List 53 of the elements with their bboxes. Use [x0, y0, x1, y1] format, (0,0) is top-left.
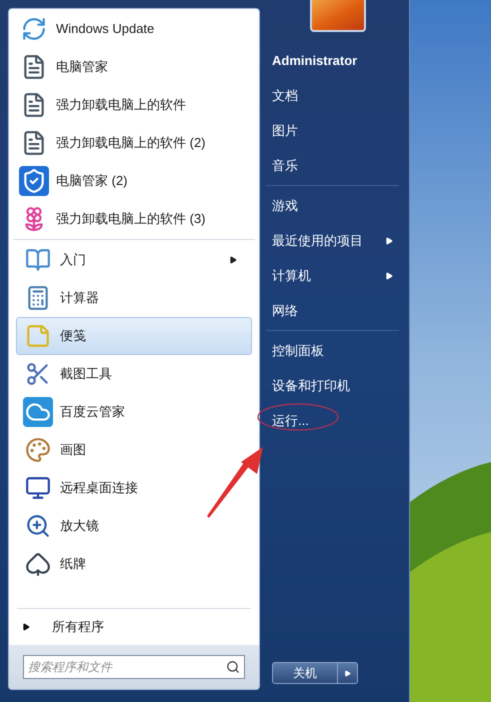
search-field[interactable]: 搜索程序和文件 — [23, 655, 245, 679]
program-item[interactable]: 计算器 — [16, 279, 252, 317]
program-label: 画图 — [60, 441, 87, 460]
place-item[interactable]: 网络 — [266, 293, 399, 328]
program-item[interactable]: 入门 — [16, 241, 252, 279]
cloud-icon — [23, 397, 53, 427]
place-item[interactable]: 计算机 — [266, 258, 399, 293]
program-label: 百度云管家 — [60, 403, 126, 422]
place-item[interactable]: 最近使用的项目 — [266, 223, 399, 258]
program-label: 入门 — [60, 251, 87, 270]
program-label: 强力卸载电脑上的软件 (3) — [56, 210, 206, 228]
program-item[interactable]: 电脑管家 (2) — [12, 162, 256, 200]
program-label: 强力卸载电脑上的软件 — [56, 96, 187, 114]
program-label: 电脑管家 — [56, 58, 109, 76]
program-item[interactable]: 纸牌 — [16, 545, 252, 583]
program-label: Windows Update — [56, 20, 156, 38]
place-item[interactable]: Administrator — [266, 43, 399, 78]
program-label: 远程桌面连接 — [60, 479, 139, 498]
program-item[interactable]: 强力卸载电脑上的软件 (3) — [12, 200, 256, 238]
place-item[interactable]: 设备和打印机 — [266, 368, 399, 403]
place-item[interactable]: 游戏 — [266, 188, 399, 223]
user-picture — [310, 0, 366, 32]
program-item[interactable]: 放大镜 — [16, 507, 252, 545]
expand-arrow-icon — [22, 623, 30, 631]
program-item[interactable]: 百度云管家 — [16, 393, 252, 431]
shield-icon — [19, 166, 49, 196]
program-item[interactable]: 画图 — [16, 431, 252, 469]
place-item[interactable]: 文档 — [266, 78, 399, 113]
program-item[interactable]: 远程桌面连接 — [16, 469, 252, 507]
search-icon — [226, 660, 240, 674]
program-item[interactable]: 截图工具 — [16, 355, 252, 393]
annotation-arrow-drawing — [207, 447, 263, 518]
shutdown-button[interactable]: 关机 — [272, 662, 338, 684]
place-item[interactable]: 运行... — [266, 403, 399, 438]
program-label: 电脑管家 (2) — [56, 172, 128, 190]
place-item[interactable]: 图片 — [266, 113, 399, 148]
place-item[interactable]: 音乐 — [266, 148, 399, 183]
program-label: 强力卸载电脑上的软件 (2) — [56, 134, 206, 152]
program-label: 纸牌 — [60, 555, 87, 574]
program-item[interactable]: 强力卸载电脑上的软件 (2) — [12, 124, 256, 162]
all-programs-item[interactable]: 所有程序 — [12, 612, 256, 642]
palette-icon — [23, 435, 53, 465]
program-label: 计算器 — [60, 289, 100, 308]
program-item[interactable]: 强力卸载电脑上的软件 — [12, 86, 256, 124]
program-item[interactable]: 便笺 — [16, 317, 252, 355]
shutdown-options-button[interactable] — [338, 662, 358, 684]
place-item[interactable]: 控制面板 — [266, 333, 399, 368]
arrow-icon — [344, 670, 351, 676]
program-label: 放大镜 — [60, 517, 100, 536]
program-item[interactable]: Windows Update — [12, 10, 256, 48]
program-label: 便笺 — [60, 327, 87, 346]
program-item[interactable]: 电脑管家 — [12, 48, 256, 86]
program-label: 截图工具 — [60, 365, 113, 384]
